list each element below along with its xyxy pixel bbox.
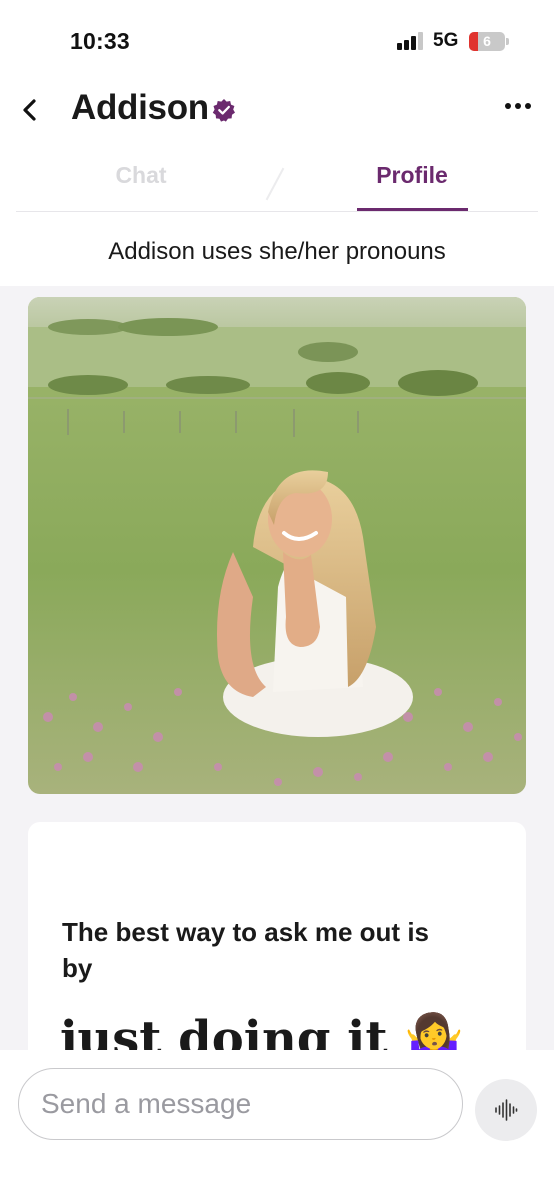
profile-name: Addison	[71, 88, 209, 127]
verified-badge-icon	[212, 99, 235, 122]
pronouns-text: Addison uses she/her pronouns	[108, 238, 446, 265]
status-time: 10:33	[70, 28, 130, 54]
more-horizontal-icon	[505, 103, 531, 109]
cellular-signal-icon	[397, 32, 425, 50]
voice-message-button[interactable]	[475, 1079, 537, 1141]
voice-waveform-icon	[495, 1099, 518, 1121]
battery-level: 6	[483, 33, 491, 49]
profile-photo-image	[28, 297, 526, 794]
more-options-button[interactable]	[500, 94, 536, 118]
battery-icon: 6	[469, 32, 505, 51]
message-input[interactable]	[18, 1068, 463, 1140]
status-bar: 10:33 5G 6	[0, 0, 554, 82]
tab-bar: Chat Profile	[16, 148, 538, 212]
battery-tip	[506, 38, 509, 45]
profile-header: Addison Chat Profile	[0, 82, 554, 214]
tab-divider	[265, 167, 285, 201]
tab-profile[interactable]: Profile	[357, 162, 467, 189]
network-type: 5G	[433, 30, 459, 51]
chevron-left-icon	[23, 99, 36, 121]
back-button[interactable]	[14, 92, 48, 128]
screen: 10:33 5G 6 Addison Chat Profile Addison …	[0, 0, 554, 1200]
profile-photo[interactable]	[28, 297, 526, 794]
tab-chat[interactable]: Chat	[86, 162, 196, 189]
pronouns-section: Addison uses she/her pronouns	[0, 214, 554, 286]
header-divider	[16, 211, 538, 212]
prompt-question: The best way to ask me out is by	[62, 917, 429, 983]
message-composer	[0, 1050, 554, 1200]
